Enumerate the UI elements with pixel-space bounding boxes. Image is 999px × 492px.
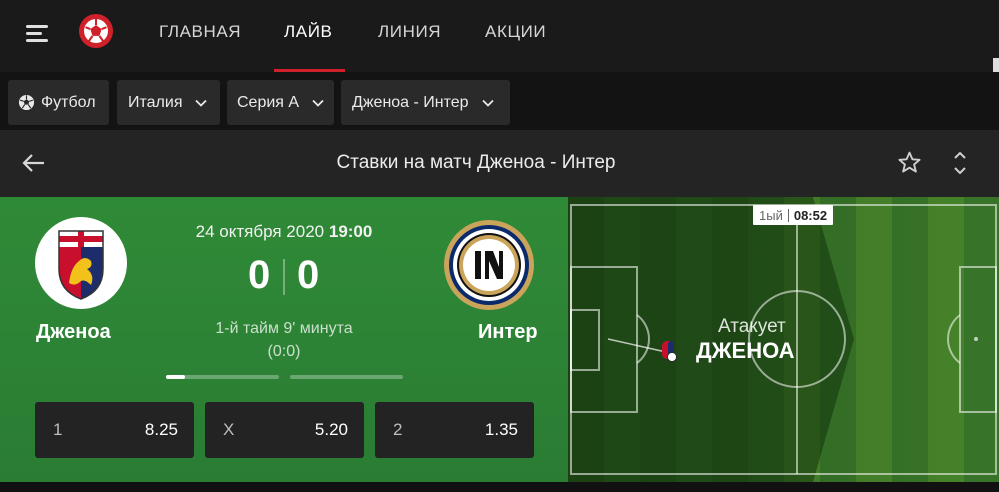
odd-draw[interactable]: X 5.20	[205, 402, 364, 458]
match-clock: 1ый 08:52	[753, 205, 834, 225]
menu-icon[interactable]	[26, 22, 52, 44]
chevron-down-icon	[312, 99, 324, 107]
filter-sport[interactable]: Футбол	[8, 80, 109, 125]
attack-label: Атакует	[718, 316, 786, 337]
match-time: 19:00	[328, 222, 373, 241]
scoreboard: Дженоа Интер 24 октября 2020 19:00 0 0 1…	[0, 197, 568, 482]
chevron-down-icon	[195, 99, 208, 107]
filter-country[interactable]: Италия	[117, 80, 220, 125]
odd-label: 1	[53, 420, 63, 439]
first-half-progress-fill	[166, 375, 186, 379]
nav-item-home[interactable]: ГЛАВНАЯ	[159, 22, 241, 42]
away-score: 0	[297, 253, 320, 297]
top-nav: ГЛАВНАЯ ЛАЙВ ЛИНИЯ АКЦИИ	[0, 0, 999, 72]
second-half-progress	[290, 375, 403, 379]
clock-divider	[787, 208, 789, 222]
odd-value: 5.20	[314, 420, 348, 439]
odd-home-win[interactable]: 1 8.25	[35, 402, 194, 458]
page-title: Ставки на матч Дженоа - Интер	[336, 152, 616, 173]
odd-value: 1.35	[484, 420, 518, 439]
brand-logo-icon[interactable]	[78, 13, 114, 49]
odd-label: 2	[393, 420, 403, 439]
match-header: Ставки на матч Дженоа - Интер	[0, 130, 999, 197]
nav-item-line[interactable]: ЛИНИЯ	[378, 22, 441, 42]
filter-country-label: Италия	[128, 93, 183, 111]
nav-item-live[interactable]: ЛАЙВ	[284, 22, 332, 42]
score-divider	[283, 259, 285, 295]
match-period: 1-й тайм 9' минута	[215, 320, 353, 337]
odd-value: 8.25	[144, 420, 178, 439]
chevron-down-icon	[481, 99, 494, 107]
breadcrumb-filters: Футбол Италия Серия А Дженоа - Интер	[0, 72, 999, 130]
clock-time: 08:52	[793, 207, 828, 223]
match-date: 24 октября 2020	[195, 222, 325, 241]
halftime-score: (0:0)	[267, 343, 301, 360]
soccer-ball-icon	[18, 94, 35, 111]
odd-away-win[interactable]: 2 1.35	[375, 402, 534, 458]
live-pitch-tracker: 1ый 08:52 Атакует ДЖЕНОА	[568, 197, 999, 482]
nav-item-promos[interactable]: АКЦИИ	[485, 22, 546, 42]
clock-period: 1ый	[759, 207, 783, 223]
edge-marker	[993, 58, 999, 72]
home-score: 0	[248, 253, 271, 297]
filter-sport-label: Футбол	[41, 93, 96, 111]
bottom-edge	[0, 482, 999, 492]
filter-league-label: Серия А	[237, 93, 300, 111]
odd-label: X	[223, 420, 235, 439]
first-half-progress	[166, 375, 279, 379]
attacking-team: ДЖЕНОА	[696, 338, 795, 363]
filter-match-label: Дженоа - Интер	[352, 93, 469, 111]
expand-collapse-icon[interactable]	[950, 148, 970, 178]
star-favorite-icon[interactable]	[897, 150, 922, 175]
filter-match[interactable]: Дженоа - Интер	[341, 80, 510, 125]
match-datetime: 24 октября 2020 19:00	[0, 222, 568, 242]
filter-league[interactable]: Серия А	[227, 80, 334, 125]
